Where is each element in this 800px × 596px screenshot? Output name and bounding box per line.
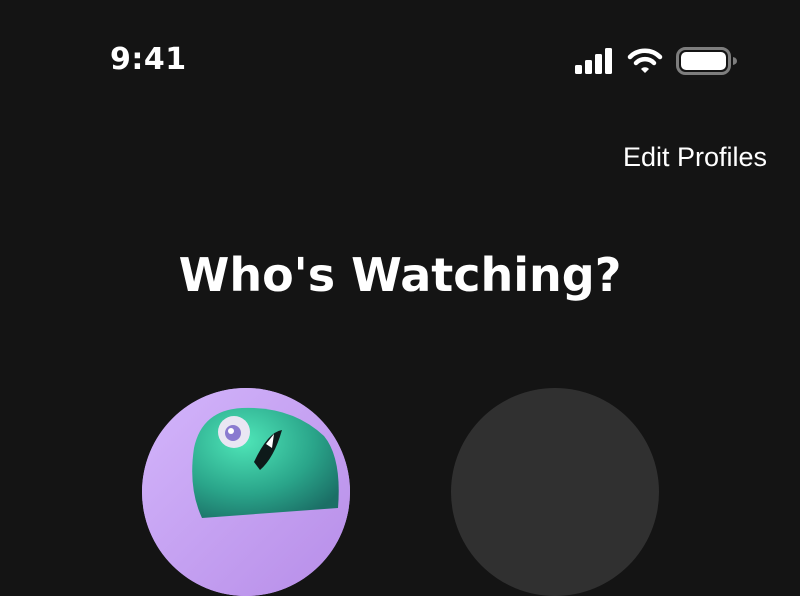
profile-avatar-1[interactable] — [142, 388, 350, 596]
status-time: 9:41 — [110, 42, 187, 77]
battery-icon — [676, 47, 737, 75]
status-bar: 9:41 — [0, 0, 800, 120]
signal-icon — [575, 48, 612, 74]
profile-avatar-2[interactable] — [451, 388, 659, 596]
green-monster-avatar — [142, 388, 350, 596]
status-icons — [572, 44, 742, 76]
wifi-icon — [627, 48, 663, 73]
page-title: Who's Watching? — [178, 248, 622, 302]
edit-profiles-button[interactable]: Edit Profiles — [623, 139, 767, 175]
